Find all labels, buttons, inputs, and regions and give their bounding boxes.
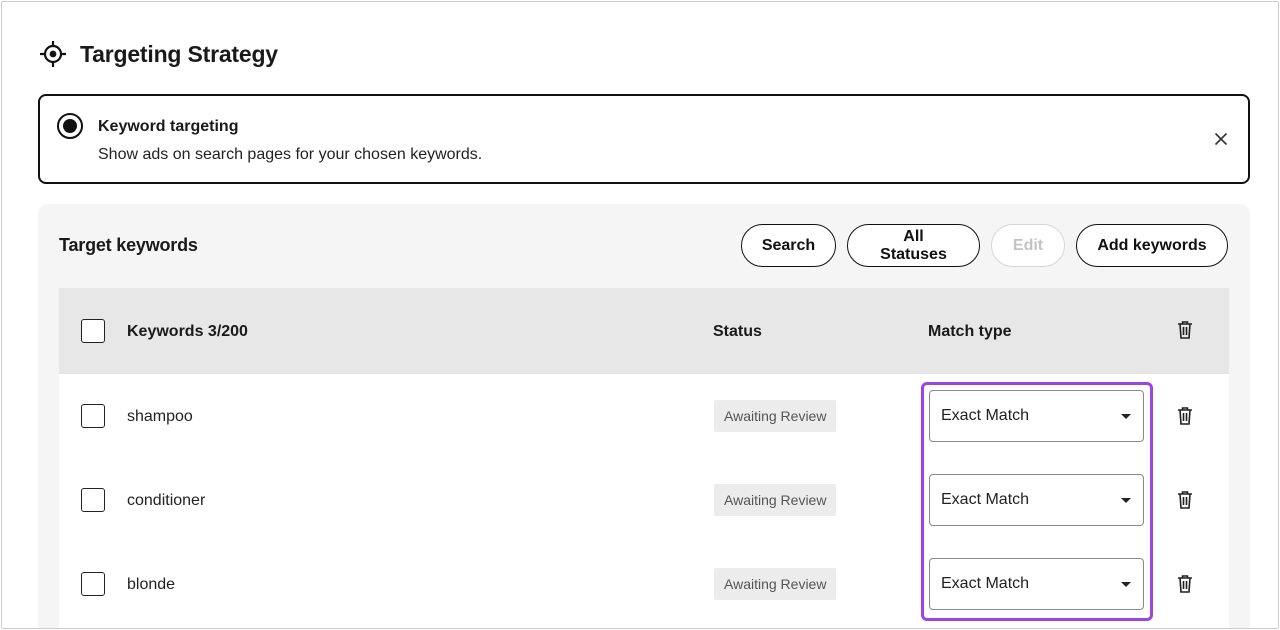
keyword-targeting-radio[interactable] — [57, 113, 83, 139]
status-column-header: Status — [713, 323, 762, 340]
table-header: Keywords 3/200 Status Match type — [59, 288, 1229, 374]
keyword-text: blonde — [127, 576, 176, 593]
strategy-title: Keyword targeting — [98, 118, 239, 135]
close-icon[interactable] — [1210, 128, 1232, 150]
trash-icon[interactable] — [1177, 490, 1193, 510]
match-type-value: Exact Match — [941, 575, 1030, 592]
table-row: shampoo Awaiting Review Exact Match — [59, 374, 1229, 458]
panel-title: Target keywords — [59, 235, 198, 255]
match-type-column-header: Match type — [928, 323, 1012, 340]
row-checkbox[interactable] — [81, 488, 105, 512]
match-type-value: Exact Match — [941, 407, 1030, 424]
add-keywords-button[interactable]: Add keywords — [1076, 224, 1228, 267]
search-button[interactable]: Search — [741, 224, 836, 267]
section-header: Targeting Strategy — [39, 40, 278, 68]
chevron-down-icon — [1121, 582, 1131, 587]
status-badge: Awaiting Review — [714, 484, 837, 516]
keywords-table: Keywords 3/200 Status Match type shampoo… — [59, 288, 1229, 628]
match-type-select[interactable]: Exact Match — [929, 474, 1144, 526]
match-type-select[interactable]: Exact Match — [929, 390, 1144, 442]
table-row: blonde Awaiting Review Exact Match — [59, 542, 1229, 626]
edit-button[interactable]: Edit — [991, 224, 1065, 267]
trash-icon[interactable] — [1177, 406, 1193, 426]
select-all-checkbox[interactable] — [81, 319, 105, 343]
row-checkbox[interactable] — [81, 404, 105, 428]
target-keywords-panel: Target keywords Search All Statuses Edit… — [38, 204, 1250, 628]
status-badge: Awaiting Review — [714, 400, 837, 432]
status-badge: Awaiting Review — [714, 568, 837, 600]
match-type-select[interactable]: Exact Match — [929, 558, 1144, 610]
all-statuses-button[interactable]: All Statuses — [847, 224, 980, 267]
chevron-down-icon — [1121, 414, 1131, 419]
keyword-actions: Search All Statuses Edit Add keywords — [741, 224, 1228, 267]
match-type-value: Exact Match — [941, 491, 1030, 508]
keywords-column-header: Keywords 3/200 — [127, 323, 248, 340]
strategy-description: Show ads on search pages for your chosen… — [98, 146, 483, 163]
app-frame: Targeting Strategy Keyword targeting Sho… — [1, 1, 1279, 629]
trash-icon[interactable] — [1177, 320, 1193, 340]
crosshair-target-icon — [39, 40, 67, 68]
page-title: Targeting Strategy — [80, 40, 278, 67]
keyword-text: shampoo — [127, 408, 193, 425]
keyword-targeting-card[interactable]: Keyword targeting Show ads on search pag… — [38, 94, 1250, 184]
row-checkbox[interactable] — [81, 572, 105, 596]
table-row: conditioner Awaiting Review Exact Match — [59, 458, 1229, 542]
trash-icon[interactable] — [1177, 574, 1193, 594]
keyword-text: conditioner — [127, 492, 206, 509]
chevron-down-icon — [1121, 498, 1131, 503]
